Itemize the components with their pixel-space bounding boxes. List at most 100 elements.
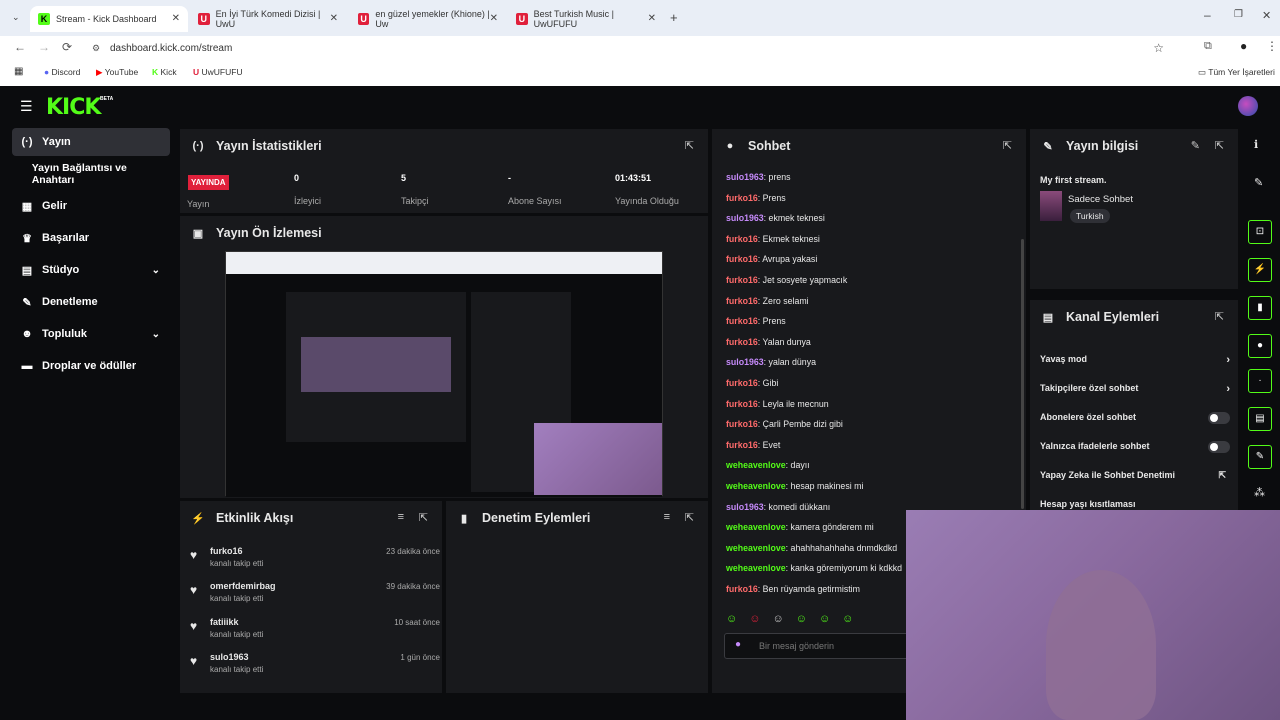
chat-username[interactable]: weheavenlove [726,522,786,532]
popout-icon[interactable]: ⇱ [1215,310,1224,323]
chat-username[interactable]: furko16 [726,296,758,306]
tab-music[interactable]: U Best Turkish Music | UwUFUFU ✕ [508,6,664,32]
sidebar-item-droplar[interactable]: ▬ Droplar ve ödüller [12,352,170,380]
window-close-icon[interactable]: ✕ [1262,9,1271,22]
emote-icon[interactable]: ☺ [842,613,865,625]
emote-icon[interactable]: ☺ [772,613,795,625]
popout-icon[interactable]: ⇱ [419,511,428,524]
chat-username[interactable]: furko16 [726,316,758,326]
toolbar-button-chat[interactable]: ● [1248,334,1272,358]
toolbar-button-lightning[interactable]: ⚡ [1248,258,1272,282]
emote-icon[interactable]: ☺ [749,613,772,625]
extensions-icon[interactable]: ⧉ [1204,40,1212,53]
emote-only-toggle[interactable] [1208,441,1230,453]
tab-kick-dashboard[interactable]: K Stream - Kick Dashboard ✕ [30,6,188,32]
minimize-icon[interactable]: – [1204,8,1211,22]
profile-icon[interactable]: ● [1240,39,1247,53]
close-tab-icon[interactable]: ✕ [172,13,180,24]
sidebar-item-yayin[interactable]: (·) Yayın [12,128,170,156]
chat-username[interactable]: furko16 [726,234,758,244]
edit-icon[interactable]: ✎ [1254,176,1263,189]
chat-username[interactable]: furko16 [726,399,758,409]
toolbar-button-wrench[interactable]: ✎ [1248,445,1272,469]
chat-username[interactable]: weheavenlove [726,563,786,573]
chat-username[interactable]: furko16 [726,584,758,594]
category-name[interactable]: Sadece Sohbet [1068,194,1133,205]
user-avatar[interactable] [1238,96,1258,116]
action-followers-only[interactable]: Takipçilere özel sohbet › [1040,383,1230,395]
bookmark-discord[interactable]: ● Discord [44,67,80,77]
chat-username[interactable]: furko16 [726,193,758,203]
action-ai-moderation[interactable]: Yapay Zeka ile Sohbet Denetimi ⇱ [1040,470,1230,480]
filter-icon[interactable]: ≡ [398,511,404,523]
chat-text: Evet [762,439,781,450]
bookmark-kick[interactable]: K Kick [152,67,177,77]
toolbar-button-broadcast[interactable]: · [1248,369,1272,393]
close-tab-icon[interactable]: ✕ [330,13,338,24]
chat-username[interactable]: furko16 [726,419,758,429]
action-account-age[interactable]: Hesap yaşı kısıtlaması [1040,499,1230,509]
sidebar-item-stream-key[interactable]: Yayın Bağlantısı ve Anahtarı [12,160,170,188]
browser-menu-icon[interactable]: ⋮ [1266,39,1278,53]
chat-username[interactable]: sulo1963 [726,213,764,223]
sidebar-item-topluluk[interactable]: ☻ Topluluk ⌄ [12,320,170,348]
sidebar-item-studyo[interactable]: ▤ Stüdyo ⌄ [12,256,170,284]
apps-grid-icon[interactable]: ▦ [14,66,23,77]
chat-username[interactable]: sulo1963 [726,357,764,367]
popout-icon[interactable]: ⇱ [1215,139,1224,152]
forward-icon[interactable]: → [38,40,50,54]
info-icon[interactable]: ℹ [1254,138,1258,151]
chat-username[interactable]: furko16 [726,378,758,388]
new-tab-icon[interactable]: + [670,10,678,25]
stream-preview-video[interactable] [225,251,663,497]
filter-icon[interactable]: ≡ [664,511,670,523]
site-settings-icon[interactable]: ⚙ [92,43,100,54]
apps-icon[interactable]: ⁂ [1254,486,1265,499]
restore-icon[interactable]: ❐ [1234,9,1243,20]
action-subscribers-only[interactable]: Abonelere özel sohbet [1040,412,1230,424]
toolbar-button-actions[interactable]: ▤ [1248,407,1272,431]
chat-username[interactable]: weheavenlove [726,460,786,470]
sidebar-item-gelir[interactable]: ▦ Gelir [12,192,170,220]
popout-icon[interactable]: ⇱ [685,511,694,524]
emote-icon[interactable]: ☺ [796,613,819,625]
edit-pencil-icon[interactable]: ✎ [1191,139,1200,152]
stream-preview-panel: ▣ Yayın Ön İzlemesi [180,216,708,498]
reload-icon[interactable]: ⟳ [62,40,72,54]
emote-icon[interactable]: ☺ [819,613,842,625]
close-tab-icon[interactable]: ✕ [648,13,656,24]
popout-icon[interactable]: ⇱ [685,139,694,152]
chat-username[interactable]: furko16 [726,440,758,450]
toolbar-button-document[interactable]: ▮ [1248,296,1272,320]
bookmark-youtube[interactable]: ▶ YouTube [96,67,138,78]
url-input[interactable]: ⚙ dashboard.kick.com/stream ☆ [84,38,1174,58]
chat-username[interactable]: furko16 [726,337,758,347]
bookmark-star-icon[interactable]: ☆ [1153,41,1164,55]
all-bookmarks[interactable]: ▭ Tüm Yer İşaretleri [1198,67,1275,78]
kick-logo[interactable]: KICK [46,95,101,120]
toolbar-button-camera[interactable]: ⊡ [1248,220,1272,244]
action-slow-mode[interactable]: Yavaş mod › [1040,354,1230,366]
tab-comedy[interactable]: U En İyi Türk Komedi Dizisi | UwU ✕ [190,6,346,32]
action-emote-only[interactable]: Yalnızca ifadelerle sohbet [1040,441,1230,453]
chat-username[interactable]: sulo1963 [726,172,764,182]
tab-list-dropdown-icon[interactable]: ⌄ [12,12,20,23]
chat-username[interactable]: furko16 [726,275,758,285]
sidebar-item-basarilar[interactable]: ♛ Başarılar [12,224,170,252]
microphone-icon[interactable]: ● [735,639,741,650]
subscribers-only-toggle[interactable] [1208,412,1230,424]
hamburger-menu-icon[interactable]: ☰ [20,98,33,115]
close-tab-icon[interactable]: ✕ [490,13,498,24]
chat-username[interactable]: weheavenlove [726,481,786,491]
chat-username[interactable]: furko16 [726,254,758,264]
chat-username[interactable]: sulo1963 [726,502,764,512]
chat-username[interactable]: weheavenlove [726,543,786,553]
bookmark-uwufufu[interactable]: U UwUFUFU [193,67,243,77]
sidebar-item-denetleme[interactable]: ✎ Denetleme [12,288,170,316]
chat-scrollbar[interactable] [1021,239,1024,509]
tab-food[interactable]: U en güzel yemekler (Khione) | Uw ✕ [350,6,506,32]
emote-icon[interactable]: ☺ [726,613,749,625]
chat-message: weheavenlove: ahahhahahhaha dnmdkdkd [726,542,898,553]
popout-icon[interactable]: ⇱ [1003,139,1012,152]
back-icon[interactable]: ← [14,40,26,54]
